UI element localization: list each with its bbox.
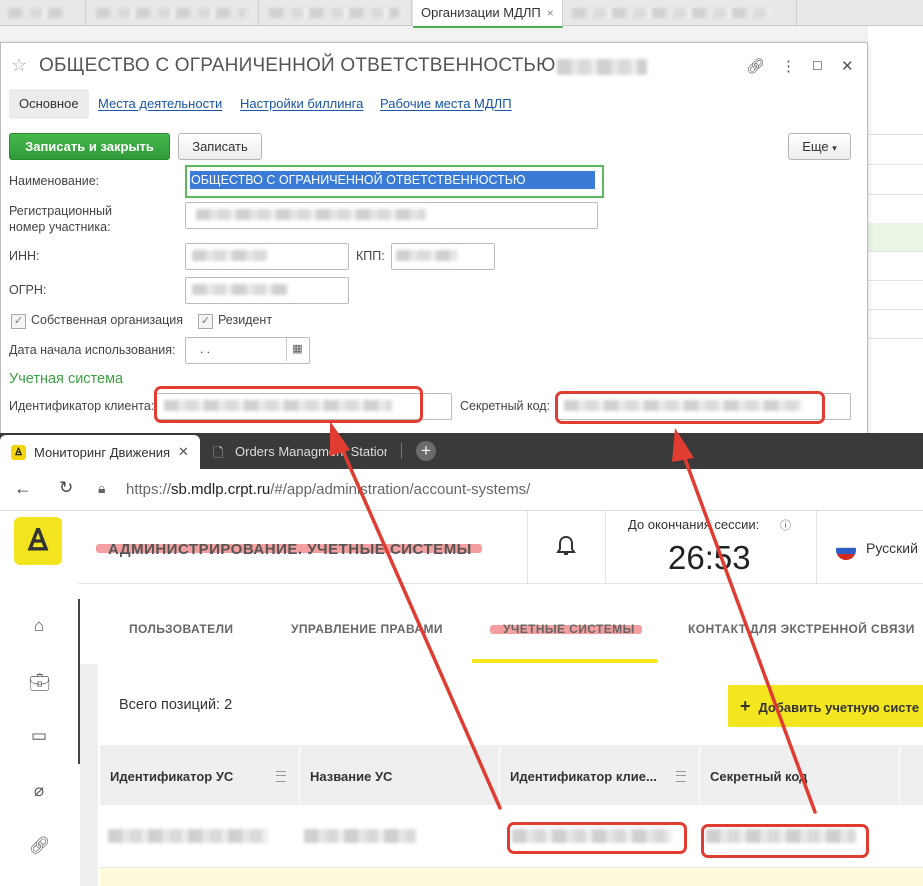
arrowhead-client-id	[330, 421, 350, 456]
arrowhead-secret-code	[672, 428, 694, 462]
arrow-client-id	[337, 440, 502, 810]
arrow-secret-code	[679, 446, 817, 814]
annotation-arrows	[330, 421, 817, 814]
